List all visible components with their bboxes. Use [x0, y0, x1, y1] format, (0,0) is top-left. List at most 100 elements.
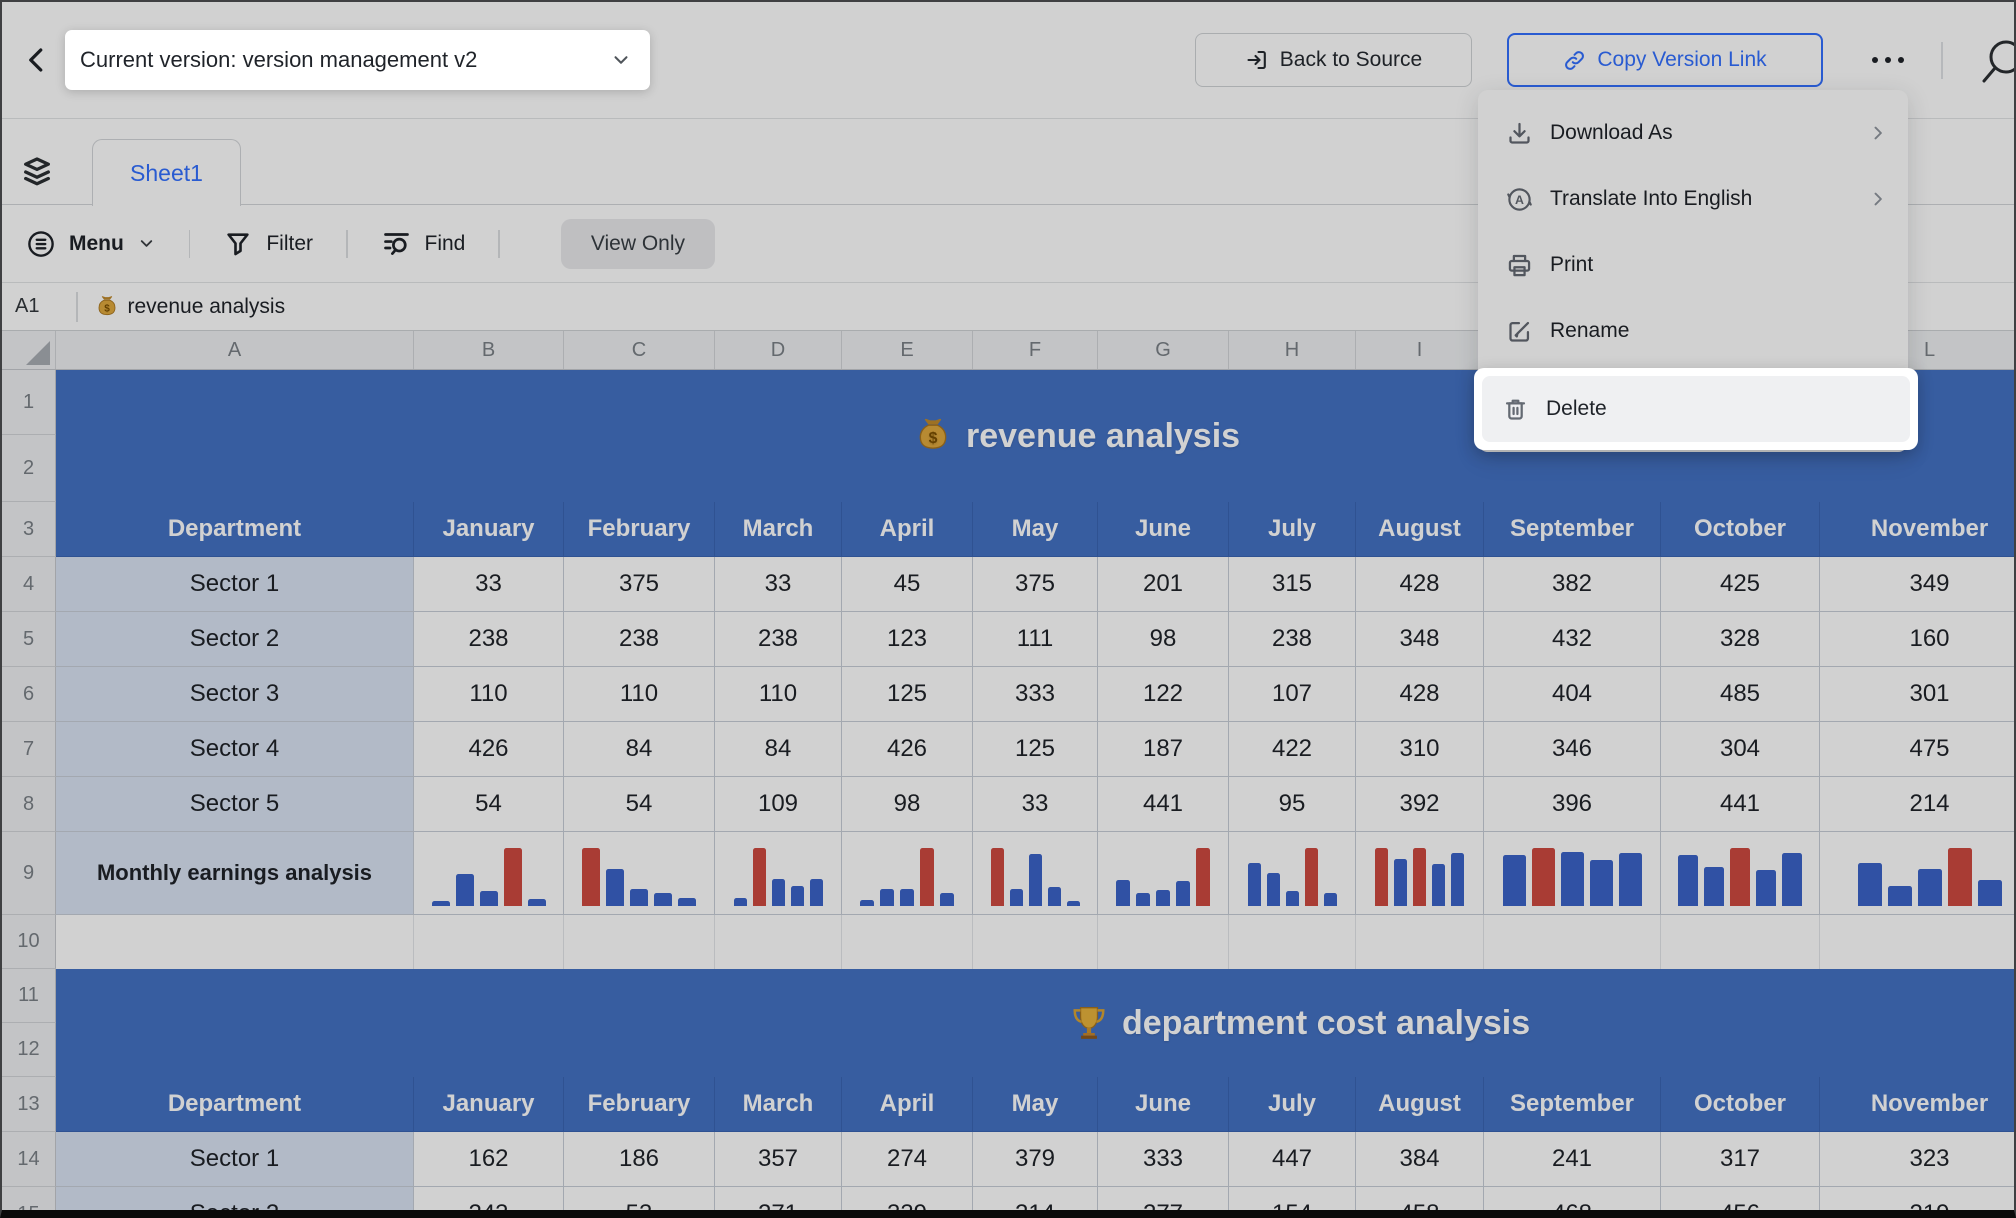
column-header-D[interactable]: D: [715, 331, 842, 369]
data-cell[interactable]: 241: [1484, 1132, 1661, 1187]
data-cell[interactable]: 214: [1820, 777, 2014, 832]
table-header-cell[interactable]: January: [414, 1077, 564, 1132]
table-header-cell[interactable]: July: [1229, 502, 1356, 557]
data-cell[interactable]: 110: [414, 667, 564, 722]
table-header-cell[interactable]: March: [715, 1077, 842, 1132]
sparkline-cell[interactable]: [1820, 832, 2014, 915]
empty-cell[interactable]: [973, 915, 1098, 969]
data-cell[interactable]: 425: [1661, 557, 1820, 612]
row-header[interactable]: 4: [2, 557, 56, 612]
data-cell[interactable]: 201: [1098, 557, 1229, 612]
data-cell[interactable]: 277: [1098, 1187, 1229, 1210]
data-cell[interactable]: 333: [973, 667, 1098, 722]
table-header-cell[interactable]: August: [1356, 1077, 1484, 1132]
data-cell[interactable]: 384: [1356, 1132, 1484, 1187]
sparkline-cell[interactable]: [1229, 832, 1356, 915]
table-header-cell[interactable]: October: [1661, 1077, 1820, 1132]
data-cell[interactable]: 45: [842, 557, 973, 612]
data-cell[interactable]: 475: [1820, 722, 2014, 777]
sparkline-cell[interactable]: [564, 832, 715, 915]
data-cell[interactable]: 346: [1484, 722, 1661, 777]
data-cell[interactable]: 348: [1356, 612, 1484, 667]
empty-cell[interactable]: [1484, 915, 1661, 969]
data-cell[interactable]: 187: [1098, 722, 1229, 777]
column-header-I[interactable]: I: [1356, 331, 1484, 369]
row-header[interactable]: 12: [2, 1023, 56, 1077]
data-cell[interactable]: 456: [1661, 1187, 1820, 1210]
menu-item-download-as[interactable]: Download As: [1478, 100, 1908, 166]
empty-cell[interactable]: [715, 915, 842, 969]
data-cell[interactable]: 428: [1356, 667, 1484, 722]
table-header-cell[interactable]: August: [1356, 502, 1484, 557]
search-button[interactable]: [1976, 35, 2016, 87]
sector-name-cell[interactable]: Sector 2: [56, 1187, 414, 1210]
table-header-cell[interactable]: June: [1098, 1077, 1229, 1132]
data-cell[interactable]: 33: [414, 557, 564, 612]
data-cell[interactable]: 123: [842, 612, 973, 667]
data-cell[interactable]: 122: [1098, 667, 1229, 722]
row-header[interactable]: 8: [2, 777, 56, 832]
data-cell[interactable]: 98: [1098, 612, 1229, 667]
sector-name-cell[interactable]: Sector 3: [56, 667, 414, 722]
sector-name-cell[interactable]: Sector 4: [56, 722, 414, 777]
cell-reference[interactable]: A1: [2, 295, 76, 318]
data-cell[interactable]: 186: [564, 1132, 715, 1187]
table-header-cell[interactable]: June: [1098, 502, 1229, 557]
copy-version-link-button[interactable]: Copy Version Link: [1507, 33, 1823, 87]
empty-cell[interactable]: [842, 915, 973, 969]
row-header[interactable]: 10: [2, 915, 56, 969]
row-header[interactable]: 1: [2, 370, 56, 435]
data-cell[interactable]: 238: [715, 612, 842, 667]
data-cell[interactable]: 238: [414, 612, 564, 667]
data-cell[interactable]: 339: [842, 1187, 973, 1210]
data-cell[interactable]: 317: [1661, 1132, 1820, 1187]
sector-name-cell[interactable]: Sector 1: [56, 557, 414, 612]
column-header-G[interactable]: G: [1098, 331, 1229, 369]
data-cell[interactable]: 382: [1484, 557, 1661, 612]
table-header-cell[interactable]: November: [1820, 502, 2014, 557]
sparkline-cell[interactable]: [1484, 832, 1661, 915]
data-cell[interactable]: 422: [1229, 722, 1356, 777]
data-cell[interactable]: 53: [564, 1187, 715, 1210]
data-cell[interactable]: 315: [1229, 557, 1356, 612]
data-cell[interactable]: 441: [1661, 777, 1820, 832]
table-header-cell[interactable]: May: [973, 502, 1098, 557]
data-cell[interactable]: 357: [715, 1132, 842, 1187]
data-cell[interactable]: 107: [1229, 667, 1356, 722]
sparkline-cell[interactable]: [842, 832, 973, 915]
data-cell[interactable]: 154: [1229, 1187, 1356, 1210]
row-header[interactable]: 7: [2, 722, 56, 777]
data-cell[interactable]: 396: [1484, 777, 1661, 832]
sparkline-cell[interactable]: [715, 832, 842, 915]
column-header-H[interactable]: H: [1229, 331, 1356, 369]
data-cell[interactable]: 304: [1661, 722, 1820, 777]
data-cell[interactable]: 426: [842, 722, 973, 777]
sector-name-cell[interactable]: Sector 1: [56, 1132, 414, 1187]
data-cell[interactable]: 432: [1484, 612, 1661, 667]
data-cell[interactable]: 111: [973, 612, 1098, 667]
table-header-cell[interactable]: September: [1484, 502, 1661, 557]
data-cell[interactable]: 84: [564, 722, 715, 777]
row-header[interactable]: 6: [2, 667, 56, 722]
data-cell[interactable]: 375: [564, 557, 715, 612]
data-cell[interactable]: 349: [1820, 557, 2014, 612]
column-header-B[interactable]: B: [414, 331, 564, 369]
empty-cell[interactable]: [1098, 915, 1229, 969]
select-all-corner[interactable]: [2, 331, 56, 369]
empty-cell[interactable]: [1820, 915, 2014, 969]
data-cell[interactable]: 243: [414, 1187, 564, 1210]
data-cell[interactable]: 125: [973, 722, 1098, 777]
table-header-cell[interactable]: October: [1661, 502, 1820, 557]
empty-cell[interactable]: [1356, 915, 1484, 969]
data-cell[interactable]: 214: [973, 1187, 1098, 1210]
data-cell[interactable]: 160: [1820, 612, 2014, 667]
find-button[interactable]: Find: [381, 228, 466, 259]
table-header-cell[interactable]: April: [842, 1077, 973, 1132]
menu-item-delete[interactable]: Delete: [1482, 376, 1910, 442]
sector-name-cell[interactable]: Sector 2: [56, 612, 414, 667]
data-cell[interactable]: 271: [715, 1187, 842, 1210]
data-cell[interactable]: 323: [1820, 1132, 2014, 1187]
row-header[interactable]: 5: [2, 612, 56, 667]
row-header[interactable]: 11: [2, 969, 56, 1023]
empty-cell[interactable]: [1661, 915, 1820, 969]
